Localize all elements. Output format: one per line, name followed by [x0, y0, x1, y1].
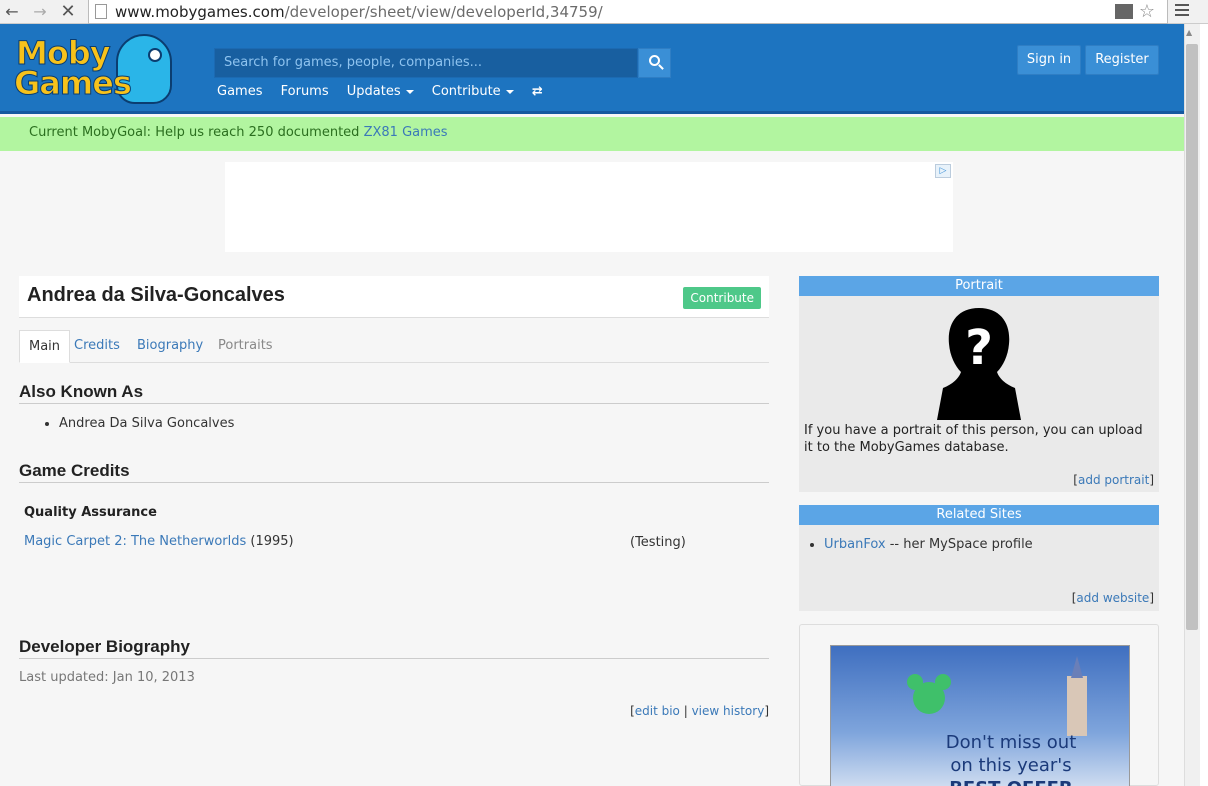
site-header: Moby Games Search for games, people, com…	[0, 24, 1184, 114]
nav-updates[interactable]: Updates	[347, 84, 414, 99]
contribute-button[interactable]: Contribute	[683, 287, 761, 309]
nav-forums[interactable]: Forums	[281, 84, 329, 99]
unknown-portrait-icon: ?	[937, 308, 1021, 420]
aka-heading: Also Known As	[19, 382, 769, 404]
mobygames-logo[interactable]: Moby Games	[12, 34, 172, 108]
forward-icon[interactable]: →	[30, 2, 50, 22]
tab-biography[interactable]: Biography	[128, 330, 212, 363]
credits-heading: Game Credits	[19, 461, 769, 483]
tab-main[interactable]: Main	[19, 330, 71, 363]
goal-text: Current MobyGoal: Help us reach 250 docu…	[29, 125, 360, 140]
random-shuffle-icon[interactable]: ⇄	[532, 84, 543, 99]
sidebar-advertisement[interactable]: Don't miss out on this year's BEST OFFER	[799, 624, 1159, 786]
menu-icon[interactable]	[1175, 4, 1189, 18]
title-bar: Andrea da Silva-Goncalves Contribute	[19, 276, 769, 318]
browser-toolbar: ← → ✕ www.mobygames.com/developer/sheet/…	[0, 0, 1208, 24]
view-history-link[interactable]: view history	[692, 704, 765, 718]
related-site-link[interactable]: UrbanFox	[824, 537, 886, 552]
url-path: /developer/sheet/view/developerId,34759/	[284, 3, 603, 21]
register-button[interactable]: Register	[1085, 45, 1159, 75]
logo-text-games: Games	[14, 64, 133, 102]
svg-text:?: ?	[965, 320, 993, 376]
chevron-down-icon	[405, 89, 414, 94]
top-advertisement[interactable]: ▷	[225, 162, 953, 252]
credit-year: (1995)	[250, 534, 294, 549]
add-portrait-link[interactable]: add portrait	[1078, 473, 1149, 487]
address-bar[interactable]: www.mobygames.com/developer/sheet/view/d…	[88, 0, 1168, 24]
page-icon	[95, 4, 107, 19]
bio-heading: Developer Biography	[19, 637, 769, 659]
search-input[interactable]: Search for games, people, companies...	[214, 48, 638, 78]
related-sites-panel: UrbanFox -- her MySpace profile [add web…	[799, 525, 1159, 611]
bio-updated: Last updated: Jan 10, 2013	[19, 670, 195, 685]
add-website-link[interactable]: add website	[1076, 591, 1149, 605]
related-sites-heading: Related Sites	[799, 505, 1159, 525]
related-site-item: UrbanFox -- her MySpace profile	[810, 537, 1033, 552]
ad-line-3: BEST OFFER	[911, 778, 1111, 786]
nav-contribute[interactable]: Contribute	[432, 84, 514, 99]
credit-role: Quality Assurance	[24, 505, 157, 520]
ad-image[interactable]: Don't miss out on this year's BEST OFFER	[830, 645, 1130, 786]
nav-games[interactable]: Games	[217, 84, 262, 99]
mobygoal-banner: Current MobyGoal: Help us reach 250 docu…	[0, 117, 1184, 151]
search-button[interactable]	[638, 48, 671, 78]
scroll-up-icon[interactable]: ▲	[1186, 28, 1192, 37]
balloon-icon	[907, 674, 951, 714]
credit-game-link[interactable]: Magic Carpet 2: The Netherworlds	[24, 534, 246, 549]
ad-line-1: Don't miss out	[945, 732, 1077, 753]
scrollbar-thumb[interactable]	[1186, 44, 1198, 630]
add-website-wrap: [add website]	[1071, 591, 1154, 605]
tab-credits[interactable]: Credits	[65, 330, 129, 363]
stop-icon[interactable]: ✕	[58, 2, 78, 22]
main-nav: Games Forums Updates Contribute ⇄	[217, 84, 557, 99]
credit-row: Magic Carpet 2: The Netherworlds (1995)	[24, 534, 294, 549]
ad-line-2: on this year's	[950, 755, 1072, 776]
related-site-desc: -- her MySpace profile	[885, 537, 1033, 552]
goal-link[interactable]: ZX81 Games	[364, 125, 448, 140]
translate-icon[interactable]	[1115, 4, 1133, 19]
sign-in-button[interactable]: Sign in	[1017, 45, 1081, 75]
chevron-down-icon	[505, 89, 514, 94]
portrait-text: If you have a portrait of this person, y…	[804, 423, 1143, 455]
tab-portraits[interactable]: Portraits	[209, 330, 282, 363]
adchoices-icon[interactable]: ▷	[935, 164, 951, 178]
bio-actions: [edit bio | view history]	[630, 704, 769, 718]
add-portrait-wrap: [add portrait]	[1073, 473, 1154, 487]
edit-bio-link[interactable]: edit bio	[635, 704, 680, 718]
portrait-panel: ? If you have a portrait of this person,…	[799, 296, 1159, 492]
bookmark-star-icon[interactable]: ☆	[1139, 1, 1155, 22]
page-title: Andrea da Silva-Goncalves	[27, 284, 285, 306]
tab-bar: Main Credits Biography Portraits	[19, 330, 769, 363]
portrait-heading: Portrait	[799, 276, 1159, 296]
aka-item: Andrea Da Silva Goncalves	[44, 416, 235, 431]
page: Moby Games Search for games, people, com…	[0, 24, 1184, 786]
back-icon[interactable]: ←	[2, 2, 22, 22]
url-host: www.mobygames.com	[115, 3, 285, 21]
castle-icon	[1057, 656, 1097, 736]
credit-detail: (Testing)	[630, 535, 686, 550]
